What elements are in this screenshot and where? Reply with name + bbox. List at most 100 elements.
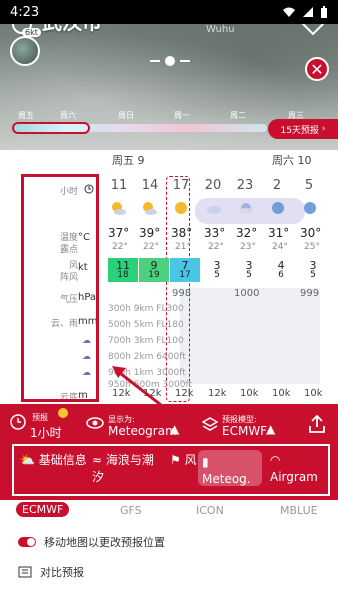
timeline-day[interactable]: 周日 — [118, 110, 134, 121]
airgram-icon: ◠ — [270, 453, 281, 467]
model-option[interactable]: GFS — [120, 504, 142, 517]
model-option[interactable]: ECMWF — [16, 502, 70, 517]
forecast-interval-label: 预报 — [32, 413, 48, 422]
model-selector: ECMWF GFS ICON MBLUE — [0, 500, 338, 524]
wind-cell: 7 17 — [170, 258, 200, 282]
temp-cell: 33° — [204, 226, 226, 240]
timeline-day[interactable]: 周一 — [174, 110, 190, 121]
wind-cell: 35 — [245, 259, 253, 280]
chevron-up-icon[interactable]: ▲ — [266, 422, 275, 436]
hour-cell: 17 — [172, 178, 190, 193]
map-marker-dash — [180, 60, 190, 62]
map-place-label: Wuhu — [206, 24, 235, 35]
hour-cell: 11 — [110, 178, 128, 193]
pressure-value: 999 — [300, 288, 320, 299]
moon-icon — [272, 202, 284, 214]
dew-cell: 24° — [272, 242, 288, 252]
move-map-toggle[interactable] — [18, 537, 36, 547]
compare-forecast-option[interactable]: 对比预报 — [18, 564, 84, 580]
partly-cloudy-icon — [112, 202, 126, 215]
category-tabs: ⛅ 基础信息 ≈ 海浪与潮汐 ⚑ 风 ▮ Meteog. ◠ Airgram — [12, 444, 330, 496]
dew-cell: 23° — [240, 242, 256, 252]
status-icons — [282, 5, 328, 19]
wind-cell: 46 — [277, 259, 285, 280]
forecast-interval-value[interactable]: 1小时 — [30, 424, 62, 441]
chevron-right-icon: › — [321, 124, 326, 134]
clock-icon — [10, 414, 26, 430]
cloud-layer-area — [180, 288, 320, 384]
dew-cell: 22° — [208, 242, 224, 252]
cloud-base-cell: 10k — [304, 388, 323, 399]
temp-cell: 32° — [236, 226, 258, 240]
model-option[interactable]: ICON — [196, 504, 224, 517]
tab-label: 海浪与潮汐 — [92, 453, 154, 484]
sun-icon — [175, 202, 187, 214]
wind-cell: 35 — [309, 259, 317, 280]
wind-cell: 35 — [213, 259, 221, 280]
chevron-up-icon[interactable]: ▲ — [170, 422, 179, 436]
dew-cell: 22° — [112, 242, 128, 252]
pressure-value: 1000 — [234, 288, 260, 299]
partly-cloudy-icon — [143, 202, 157, 215]
hour-cell: 2 — [272, 178, 282, 193]
model-value[interactable]: ECMWF — [222, 424, 267, 438]
temp-cell: 30° — [300, 226, 322, 240]
wifi-icon — [283, 7, 295, 17]
layers-icon — [202, 417, 218, 431]
close-button[interactable]: ✕ — [305, 57, 329, 81]
cloud-level: 500h 5km FL180 — [108, 320, 184, 330]
tab-label: Airgram — [270, 469, 318, 484]
hour-cell: 14 — [141, 178, 159, 193]
timeline-days: 周五 周六 周日 周一 周二 周三 — [0, 82, 338, 120]
pressure-value: 998 — [172, 288, 192, 299]
tab-label: 基础信息 — [38, 453, 87, 467]
cloud-level: 700h 3km FL100 — [108, 336, 184, 346]
dew-cell: 21° — [175, 242, 191, 252]
wind-cell: 11 18 — [108, 258, 138, 282]
model-option[interactable]: MBLUE — [280, 504, 318, 517]
forecast-15day-button[interactable]: 15天预报 › — [268, 119, 338, 139]
timeline-day[interactable]: 周二 — [230, 110, 246, 121]
battery-icon — [321, 5, 327, 18]
display-as-value[interactable]: Meteogram — [108, 424, 177, 438]
cloudy-icon — [207, 206, 221, 214]
compare-icon — [18, 566, 32, 578]
hour-cell: 5 — [304, 178, 314, 193]
cloud-base-cell: 10k — [272, 388, 291, 399]
compare-label: 对比预报 — [40, 566, 84, 579]
timeline-handle[interactable] — [12, 122, 90, 134]
temp-cell: 38° — [171, 226, 193, 240]
tab-meteogram[interactable]: ▮ Meteog. — [198, 450, 262, 486]
tab-wind[interactable]: ⚑ 风 — [170, 452, 198, 469]
temp-cell: 39° — [139, 226, 161, 240]
tab-basic-info[interactable]: ⛅ 基础信息 — [20, 452, 88, 469]
dew-cell: 25° — [304, 242, 320, 252]
city-photo — [10, 36, 40, 66]
cloud-base-cell: 10k — [240, 388, 259, 399]
wind-badge: 6kt — [22, 28, 41, 37]
tab-waves-tides[interactable]: ≈ 海浪与潮汐 — [92, 452, 160, 486]
signal-icon — [303, 7, 313, 17]
cloud-sun-icon: ⛅ — [20, 453, 35, 467]
move-map-label: 移动地图以更改预报位置 — [44, 536, 165, 549]
moon-icon — [304, 202, 316, 214]
tab-label: 风 — [184, 453, 197, 467]
cloudy-night-icon — [239, 203, 253, 214]
premium-crown-icon — [58, 408, 68, 418]
timeline-day[interactable]: 周六 — [60, 110, 76, 121]
move-map-option[interactable]: 移动地图以更改预报位置 — [18, 534, 165, 550]
day-header: 周六 10 — [272, 154, 312, 167]
labels-highlight-box — [21, 174, 99, 402]
map-marker-dash — [150, 60, 160, 62]
kite-icon: ⚑ — [170, 453, 181, 467]
map-marker-dot — [165, 56, 175, 66]
forecast-15day-label: 15天预报 — [280, 125, 319, 136]
timeline-day[interactable]: 周五 — [18, 110, 34, 121]
bar-chart-icon: ▮ — [202, 455, 209, 469]
tab-airgram[interactable]: ◠ Airgram — [270, 452, 330, 486]
share-icon[interactable] — [308, 414, 326, 434]
status-time: 4:23 — [10, 4, 40, 20]
status-bar: 4:23 — [0, 0, 338, 24]
temp-cell: 31° — [268, 226, 290, 240]
cloud-level: 300h 9km FL300 — [108, 304, 184, 314]
